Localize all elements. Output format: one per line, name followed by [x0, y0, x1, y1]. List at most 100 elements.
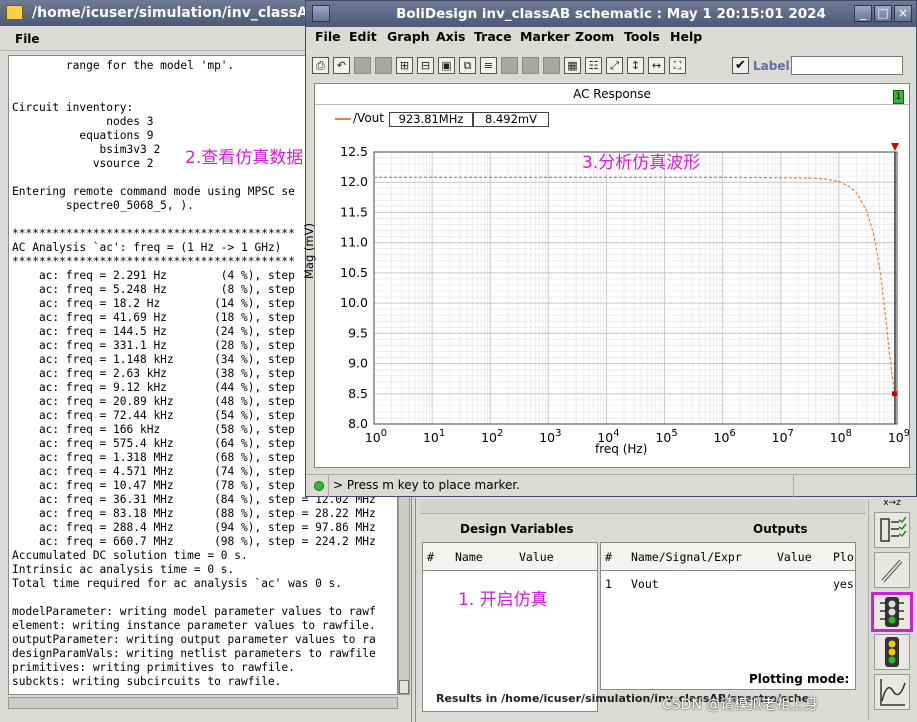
y-tick-label: 8.0: [348, 416, 368, 431]
log-line: primitives: writing primitives to rawfil…: [12, 661, 295, 674]
log-line: subckts: writing subcircuits to rawfile.: [12, 675, 282, 688]
ade-top-strip: [420, 500, 866, 514]
ac-response-chart[interactable]: 100 101 102 103 104 105 106 107 108 1098.08.59.09…: [315, 84, 909, 467]
close-button[interactable]: ×: [894, 5, 912, 22]
plotting-mode-label: Plotting mode:: [749, 672, 850, 686]
new-window-icon[interactable]: ⊟: [417, 57, 434, 74]
plot-outputs-icon[interactable]: [874, 674, 910, 710]
composite-icon: [375, 57, 392, 74]
menu-trace[interactable]: Trace: [474, 29, 512, 44]
series-point-vout: [873, 234, 875, 237]
y-tick-label: 9.0: [348, 356, 368, 371]
out-col-index: #: [605, 550, 612, 564]
output-row-name: Vout: [631, 577, 659, 591]
y-tick-label: 10.0: [340, 295, 368, 310]
ade-tool-strip: x→z: [868, 498, 914, 720]
calc-list-icon[interactable]: ☷: [585, 57, 602, 74]
dv-col-value: Value: [519, 550, 554, 564]
log-line: Total time required for ac analysis `ac'…: [12, 577, 343, 590]
label-input[interactable]: [791, 56, 903, 75]
maximize-button[interactable]: □: [874, 5, 892, 22]
dv-col-name: Name: [455, 550, 483, 564]
log-line: ac: freq = 83.18 MHz (88 %), step = 28.2…: [12, 507, 376, 520]
plot-frame: [373, 151, 898, 425]
label-checkbox[interactable]: ✔: [732, 57, 749, 74]
probe-icon[interactable]: [874, 552, 910, 588]
annotation-analyze-waveform: 3.分析仿真波形: [582, 153, 701, 173]
outputs-title: Outputs: [753, 522, 808, 536]
x-tick-label: 108: [830, 428, 852, 445]
y-tick-label: 11.0: [340, 235, 368, 250]
format-icon[interactable]: ≡: [480, 57, 497, 74]
new-graph-icon[interactable]: ⊞: [396, 57, 413, 74]
undo-icon[interactable]: ↶: [333, 57, 350, 74]
menu-edit[interactable]: Edit: [349, 29, 377, 44]
plot-area[interactable]: AC Response 1 /Vout 923.81MHz 8.492mV 10…: [302, 83, 910, 468]
menu-help[interactable]: Help: [670, 29, 702, 44]
label-checkbox-text: Label: [753, 59, 790, 73]
design-variables-title: Design Variables: [460, 522, 574, 536]
outputs-table[interactable]: # Name/Signal/Expr Value Plo 1 Vout yes: [600, 542, 856, 690]
log-menu-file[interactable]: File: [15, 32, 40, 46]
zoom-fit-icon[interactable]: ⛶: [669, 57, 686, 74]
run-simulation-stop-icon[interactable]: [874, 634, 910, 670]
window-menu-icon[interactable]: [312, 5, 330, 22]
series-point-vout: [373, 176, 375, 178]
menu-axis[interactable]: Axis: [436, 29, 465, 44]
minimize-button[interactable]: _: [854, 5, 872, 22]
series-point-vout: [807, 177, 810, 179]
netlist-and-run-icon[interactable]: [874, 512, 910, 548]
design-variables-table[interactable]: # Name Value: [422, 542, 598, 712]
x-tick-label: 100: [365, 428, 387, 445]
output-row-plot: yes: [833, 577, 854, 591]
log-line: element: writing instance parameter valu…: [12, 619, 376, 632]
x-tick-label: 103: [539, 428, 561, 445]
series-point-vout: [489, 176, 491, 178]
marker-point: [892, 391, 897, 397]
series-point-vout: [663, 176, 666, 178]
series-point-vout: [855, 191, 857, 194]
x-tick-label: 107: [772, 428, 794, 445]
log-line: Accumulated DC solution time = 0 s.: [12, 549, 248, 562]
status-led-icon: [314, 481, 324, 491]
out-col-plot: Plo: [833, 550, 854, 564]
log-line: modelParameter: writing model parameter …: [12, 605, 376, 618]
status-bar: > Press m key to place marker.: [306, 474, 916, 497]
new-subwindow-icon[interactable]: ▣: [438, 57, 455, 74]
legend-icon: [543, 57, 560, 74]
menu-zoom[interactable]: Zoom: [575, 29, 614, 44]
run-simulation-traffic-light-icon[interactable]: [871, 592, 913, 632]
output-row[interactable]: 1 Vout yes: [601, 577, 855, 593]
series-point-vout: [722, 176, 724, 178]
series-point-vout: [887, 338, 889, 340]
fit-icon[interactable]: ⤢: [606, 57, 623, 74]
annotation-start-sim: 1. 开启仿真: [458, 590, 548, 610]
waveform-viewer-window: BoliDesign inv_classAB schematic : May 1…: [302, 0, 917, 497]
marker-triangle-icon: [891, 143, 899, 151]
series-point-vout: [866, 210, 868, 212]
x-tick-label: 109: [888, 428, 909, 445]
menu-tools[interactable]: Tools: [624, 29, 660, 44]
fit-y-icon[interactable]: ↔: [648, 57, 665, 74]
log-line: outputParameter: writing output paramete…: [12, 633, 376, 646]
folder-icon: [6, 5, 23, 20]
series-point-vout: [838, 181, 840, 183]
log-horizontal-scrollbar[interactable]: [8, 697, 398, 709]
log-scroll-thumb[interactable]: [399, 680, 409, 694]
calculator-icon[interactable]: ▦: [564, 57, 581, 74]
menu-marker[interactable]: Marker: [520, 29, 570, 44]
menu-file[interactable]: File: [315, 29, 341, 44]
y-tick-label: 10.5: [340, 265, 368, 280]
print-icon[interactable]: ⎙: [312, 57, 329, 74]
out-col-name: Name/Signal/Expr: [631, 550, 742, 564]
fit-x-icon[interactable]: ↕: [627, 57, 644, 74]
series-point-vout: [878, 266, 881, 268]
copy-icon[interactable]: ⧉: [459, 57, 476, 74]
menu-graph[interactable]: Graph: [387, 29, 430, 44]
y-tick-label: 12.0: [340, 174, 368, 189]
series-point-vout: [780, 177, 782, 179]
tool-label-top: x→z: [883, 498, 901, 508]
strip-chart-icon: [354, 57, 371, 74]
outputs-header-row: # Name/Signal/Expr Value Plo: [601, 543, 855, 571]
